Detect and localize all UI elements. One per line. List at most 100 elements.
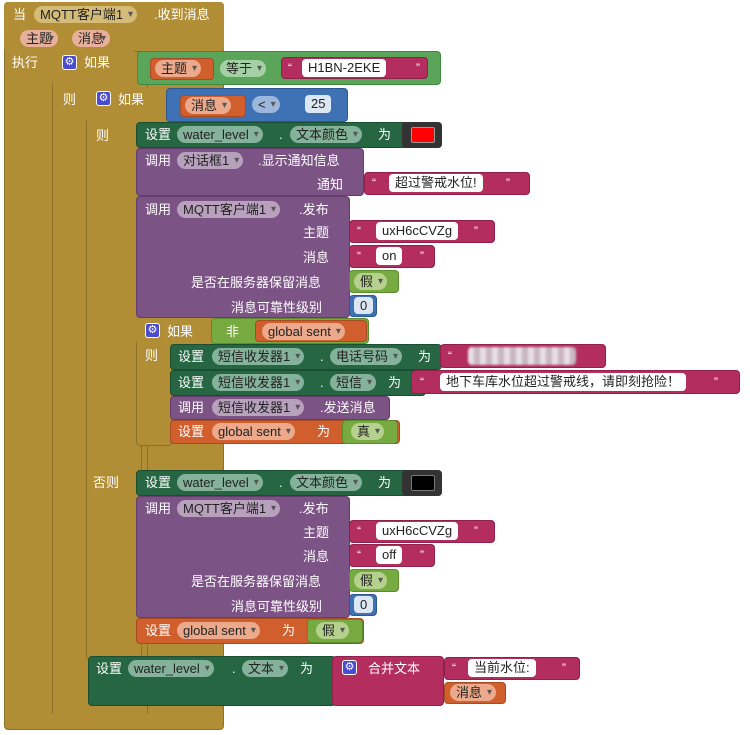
outer-compare-right-text[interactable]: H1BN-2EKE — [302, 59, 387, 77]
global-sent-dropdown[interactable]: global sent — [262, 323, 345, 340]
then-set-color-component[interactable]: water_level — [177, 126, 263, 143]
else-set-color-component[interactable]: water_level — [177, 474, 263, 491]
then-set-color-property[interactable]: 文本颜色 — [290, 126, 363, 143]
dot-label: . — [279, 127, 283, 142]
redacted-phone-field[interactable] — [468, 347, 576, 365]
else-publish-qos-field[interactable]: 0 — [354, 596, 374, 613]
set-phone-component[interactable]: 短信收发器1 — [212, 348, 305, 365]
quote-close-icon: ” — [416, 61, 420, 75]
dot-label: . — [279, 475, 283, 490]
else-publish-topic-field[interactable]: uxH6cCVZg — [376, 522, 459, 540]
else-publish-msg-field[interactable]: off — [376, 546, 403, 564]
inner-if-gear-icon[interactable]: ⚙ — [96, 91, 111, 106]
outer-if-bottom-bar — [52, 714, 148, 721]
quote-close-icon: ” — [420, 548, 424, 562]
notify-arg-label: 通知 — [317, 177, 344, 192]
if-not-gear-icon[interactable]: ⚙ — [145, 323, 160, 338]
publish-topic-field[interactable]: uxH6cCVZg — [376, 222, 459, 240]
inner-if-block[interactable] — [86, 88, 142, 660]
publish-component-dropdown[interactable]: MQTT客户端1 — [177, 201, 281, 218]
event-name-label: .收到消息 — [154, 7, 210, 22]
else-set-sent-set-label: 设置 — [145, 623, 172, 638]
quote-open-icon: “ — [288, 61, 292, 75]
set-sms-component[interactable]: 短信收发器1 — [212, 374, 305, 391]
set-text-to-label: 为 — [300, 661, 314, 676]
quote-open-icon: “ — [448, 349, 452, 363]
quote-close-icon: ” — [474, 524, 478, 538]
event-do-label: 执行 — [12, 55, 39, 70]
event-component-dropdown[interactable]: MQTT客户端1 — [34, 6, 138, 23]
set-sent-set-label: 设置 — [178, 424, 205, 439]
set-sent-var-dropdown[interactable]: global sent — [212, 423, 295, 440]
publish-method-label: .发布 — [299, 202, 329, 217]
notify-text-field[interactable]: 超过警戒水位! — [389, 174, 483, 192]
else-set-color-to-label: 为 — [378, 475, 392, 490]
outer-then-label: 则 — [63, 92, 77, 107]
quote-open-icon: “ — [357, 249, 361, 263]
sms-text-field[interactable]: 地下车库水位超过警戒线，请即刻抢险！ — [440, 373, 687, 391]
join-gear-icon[interactable]: ⚙ — [342, 660, 357, 675]
set-phone-to-label: 为 — [418, 349, 432, 364]
set-sms-to-label: 为 — [388, 375, 402, 390]
set-text-property[interactable]: 文本 — [242, 660, 289, 677]
inner-compare-right-number[interactable]: 25 — [305, 95, 332, 113]
blocks-workspace[interactable]: 当 MQTT客户端1 .收到消息 主题 消息 执行 ⚙ 如果 则 主题 等于 “… — [0, 0, 750, 735]
send-call-label: 调用 — [178, 400, 205, 415]
outer-compare-left-dropdown[interactable]: 主题 — [155, 60, 202, 77]
else-set-color-set-label: 设置 — [145, 475, 172, 490]
else-publish-topic-label: 主题 — [303, 525, 330, 540]
else-set-color-property[interactable]: 文本颜色 — [290, 474, 363, 491]
set-phone-set-label: 设置 — [178, 349, 205, 364]
inner-compare-op-dropdown[interactable]: < — [252, 96, 280, 113]
event-param-message[interactable]: 消息 — [72, 30, 111, 47]
else-publish-call-label: 调用 — [145, 501, 172, 516]
quote-close-icon: ” — [506, 176, 510, 190]
publish-topic-label: 主题 — [303, 225, 330, 240]
join-second-var-dropdown[interactable]: 消息 — [450, 684, 497, 701]
send-component-dropdown[interactable]: 短信收发器1 — [212, 399, 305, 416]
quote-open-icon: “ — [357, 524, 361, 538]
else-set-sent-to-label: 为 — [282, 623, 296, 638]
not-label: 非 — [226, 324, 240, 339]
red-color-swatch[interactable] — [411, 127, 435, 143]
inner-then-label: 则 — [96, 128, 110, 143]
set-sent-to-label: 为 — [317, 424, 331, 439]
else-publish-retain-dropdown[interactable]: 假 — [354, 572, 388, 589]
event-param-topic[interactable]: 主题 — [20, 30, 59, 47]
publish-retain-dropdown[interactable]: 假 — [354, 273, 388, 290]
join-first-text-field[interactable]: 当前水位: — [468, 659, 536, 677]
inner-else-label: 否则 — [93, 475, 120, 490]
inner-compare-left-dropdown[interactable]: 消息 — [185, 97, 232, 114]
inner-if-label: 如果 — [118, 92, 145, 107]
then-set-color-to-label: 为 — [378, 127, 392, 142]
quote-open-icon: “ — [357, 224, 361, 238]
set-text-component[interactable]: water_level — [128, 660, 214, 677]
set-sms-set-label: 设置 — [178, 375, 205, 390]
publish-retain-label: 是否在服务器保留消息 — [191, 275, 322, 290]
quote-open-icon: “ — [452, 661, 456, 675]
event-when-label: 当 — [13, 7, 27, 22]
outer-if-gear-icon[interactable]: ⚙ — [62, 55, 77, 70]
false-dropdown[interactable]: 假 — [316, 622, 350, 639]
publish-qos-field[interactable]: 0 — [354, 297, 374, 314]
dot-label: . — [320, 375, 324, 390]
publish-call-label: 调用 — [145, 202, 172, 217]
publish-msg-field[interactable]: on — [376, 247, 403, 265]
quote-open-icon: “ — [420, 375, 424, 389]
publish-qos-label: 消息可靠性级别 — [231, 300, 323, 315]
outer-if-label: 如果 — [84, 55, 111, 70]
send-method-label: .发送消息 — [320, 400, 376, 415]
else-set-sent-var-dropdown[interactable]: global sent — [177, 622, 260, 639]
set-text-set-label: 设置 — [96, 661, 123, 676]
else-publish-retain-label: 是否在服务器保留消息 — [191, 574, 322, 589]
quote-close-icon: ” — [420, 249, 424, 263]
outer-compare-op-dropdown[interactable]: 等于 — [220, 60, 267, 77]
notify-component-dropdown[interactable]: 对话框1 — [177, 152, 244, 169]
else-publish-component-dropdown[interactable]: MQTT客户端1 — [177, 500, 281, 517]
else-publish-msg-label: 消息 — [303, 549, 330, 564]
dot-label: . — [232, 661, 236, 676]
set-phone-property[interactable]: 电话号码 — [330, 348, 403, 365]
black-color-swatch[interactable] — [411, 475, 435, 491]
true-dropdown[interactable]: 真 — [351, 423, 385, 440]
set-sms-property[interactable]: 短信 — [330, 374, 377, 391]
